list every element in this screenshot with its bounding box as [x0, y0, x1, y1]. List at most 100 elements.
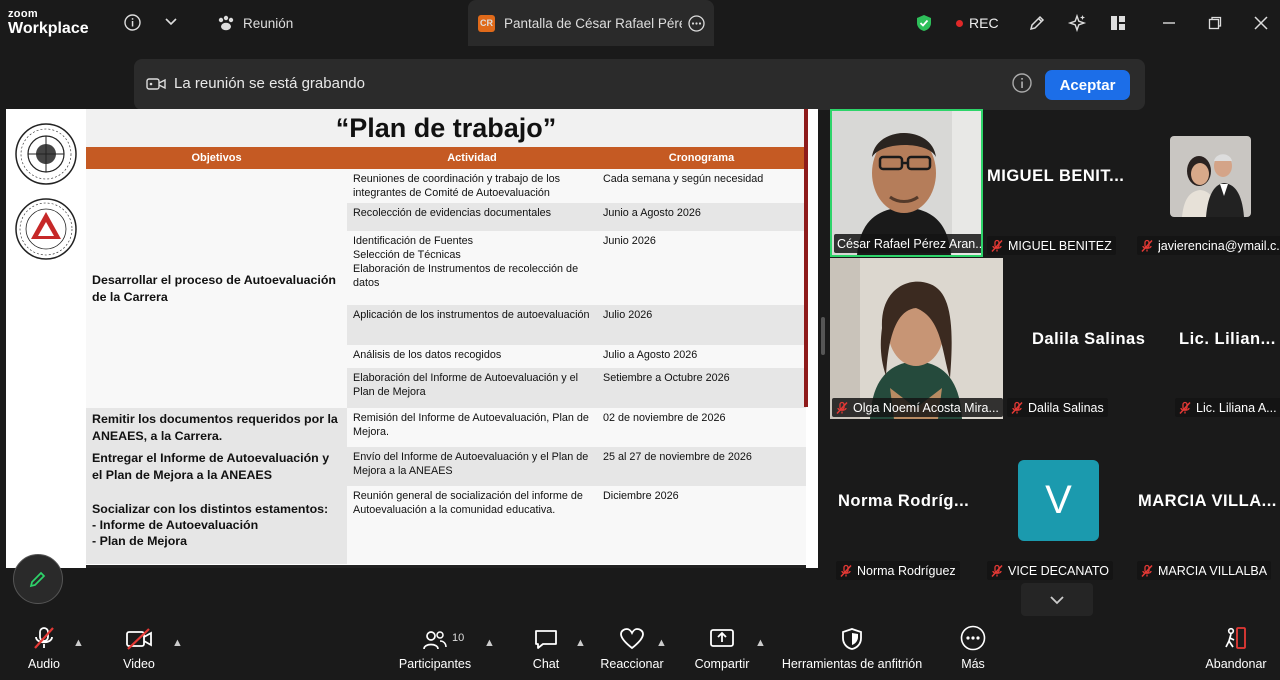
- panel-resize-handle[interactable]: [821, 317, 825, 355]
- participants-button[interactable]: Participantes: [396, 619, 474, 680]
- work-plan-table: Objetivos Actividad Cronograma Desarroll…: [86, 147, 806, 565]
- activity-cell: Envío del Informe de Autoevaluación y el…: [347, 447, 597, 487]
- activity-cell: Aplicación de los instrumentos de autoev…: [347, 305, 597, 346]
- react-button[interactable]: Reaccionar: [599, 619, 665, 680]
- video-tile-dalila[interactable]: Dalila Salinas Dalila Salinas: [1003, 258, 1153, 419]
- share-options-caret[interactable]: ▲: [755, 637, 766, 649]
- participants-label: Participantes: [398, 657, 472, 671]
- video-tile-liliana[interactable]: Lic. Lilian... Lic. Liliana A...: [1153, 258, 1280, 419]
- host-tools-button[interactable]: Herramientas de anfitrión: [780, 619, 924, 680]
- ai-companion-icon[interactable]: [1063, 10, 1091, 36]
- chat-label: Chat: [532, 657, 560, 671]
- objective-cell: Entregar el Informe de Autoevaluación y …: [86, 447, 347, 487]
- participant-name: VICE DECANATO: [1008, 563, 1109, 578]
- mic-muted-icon: [991, 564, 1003, 577]
- slide-border-accent: [804, 109, 808, 407]
- name-tag: MARCIA VILLALBA: [1137, 561, 1272, 580]
- tab-meeting-label: Reunión: [243, 15, 294, 31]
- activity-cell: Identificación de Fuentes Selección de T…: [347, 231, 597, 306]
- video-tile-cesar[interactable]: César Rafael Pérez Aran...: [830, 109, 983, 257]
- participants-icon: [423, 631, 447, 650]
- chevron-down-icon[interactable]: [160, 11, 182, 33]
- video-options-caret[interactable]: ▲: [172, 637, 183, 649]
- objective-cell: Socializar con los distintos estamentos:…: [86, 486, 347, 565]
- share-button[interactable]: Compartir: [693, 619, 751, 680]
- participant-display-name: MARCIA VILLA...: [1138, 492, 1277, 510]
- schedule-cell: 25 al 27 de noviembre de 2026: [597, 447, 806, 487]
- mic-muted-icon: [991, 239, 1003, 252]
- accept-button[interactable]: Aceptar: [1045, 70, 1130, 100]
- participant-video-image: [830, 258, 1003, 419]
- video-tile-norma[interactable]: Norma Rodríg... Norma Rodríguez: [830, 420, 983, 582]
- video-tile-olga[interactable]: Olga Noemí Acosta Mira...: [830, 258, 1003, 419]
- annotate-pen-icon[interactable]: [1023, 10, 1051, 36]
- share-badge: CR: [478, 14, 495, 32]
- react-options-caret[interactable]: ▲: [656, 637, 667, 649]
- leave-button[interactable]: Abandonar: [1200, 619, 1272, 680]
- recording-indicator[interactable]: REC: [956, 0, 999, 46]
- audio-label: Audio: [28, 657, 60, 671]
- participant-display-name: Norma Rodríg...: [838, 492, 970, 510]
- audio-button[interactable]: Audio: [18, 619, 70, 680]
- pen-icon: [29, 571, 46, 588]
- meeting-toolbar: Audio ▲ Video ▲ Participantes 10 ▲ Chat …: [0, 619, 1280, 680]
- info-icon[interactable]: [121, 11, 143, 33]
- chevron-down-icon: [1050, 595, 1064, 604]
- activity-cell: Remisión del Informe de Autoevaluación, …: [347, 408, 597, 448]
- schedule-cell: Julio a Agosto 2026: [597, 345, 806, 369]
- mic-muted-icon: [34, 627, 54, 649]
- restore-icon[interactable]: [1201, 10, 1229, 36]
- video-tile-miguel[interactable]: MIGUEL BENIT... MIGUEL BENITEZ: [983, 109, 1133, 257]
- shield-security-icon[interactable]: [910, 10, 938, 36]
- minimize-icon[interactable]: [1155, 10, 1183, 36]
- more-button[interactable]: Más: [952, 619, 994, 680]
- tab-screen-share[interactable]: CR Pantalla de César Rafael Pérez Ara: [468, 0, 714, 46]
- name-tag: MIGUEL BENITEZ: [987, 236, 1116, 255]
- objective-cell: Desarrollar el proceso de Autoevaluación…: [86, 169, 347, 409]
- name-tag: Olga Noemí Acosta Mira...: [832, 398, 1003, 417]
- zoom-logo: zoom Workplace: [8, 9, 89, 37]
- tab-meeting[interactable]: Reunión: [205, 0, 305, 46]
- name-tag: VICE DECANATO: [987, 561, 1113, 580]
- participant-display-name: MIGUEL BENIT...: [987, 167, 1125, 185]
- more-options-icon[interactable]: [688, 14, 705, 32]
- recording-camera-icon: [146, 76, 166, 97]
- annotate-pen-button[interactable]: [13, 554, 63, 604]
- avatar: V: [1018, 460, 1099, 541]
- rec-label: REC: [969, 15, 999, 31]
- table-row: Entregar el Informe de Autoevaluación y …: [86, 447, 806, 487]
- objective-cell: Remitir los documentos requeridos por la…: [86, 408, 347, 448]
- recording-banner: La reunión se está grabando Aceptar: [134, 59, 1145, 110]
- profile-photo: [1170, 136, 1251, 217]
- chat-button[interactable]: Chat: [524, 619, 568, 680]
- participant-name: MARCIA VILLALBA: [1158, 563, 1268, 578]
- participant-name: javierencina@ymail.c...: [1158, 238, 1280, 253]
- header-schedule: Cronograma: [597, 147, 806, 169]
- participants-options-caret[interactable]: ▲: [484, 637, 495, 649]
- video-label: Video: [123, 657, 155, 671]
- heart-icon: [620, 628, 644, 650]
- shared-screen: “Plan de trabajo” Objetivos Actividad Cr…: [6, 109, 818, 568]
- react-label: Reaccionar: [600, 657, 664, 671]
- view-layout-icon[interactable]: [1104, 10, 1132, 36]
- header-objectives: Objetivos: [86, 147, 347, 169]
- video-tile-javier[interactable]: javierencina@ymail.c...: [1133, 109, 1280, 257]
- video-button[interactable]: Video: [112, 619, 166, 680]
- university-seal-logo: [15, 123, 77, 185]
- participant-name: MIGUEL BENITEZ: [1008, 238, 1112, 253]
- close-icon[interactable]: [1247, 10, 1275, 36]
- schedule-cell: 02 de noviembre de 2026: [597, 408, 806, 448]
- audio-options-caret[interactable]: ▲: [73, 637, 84, 649]
- info-icon[interactable]: [1012, 73, 1032, 98]
- mic-muted-icon: [1011, 401, 1023, 414]
- header-activity: Actividad: [347, 147, 597, 169]
- slide-bottom-line: [86, 565, 806, 568]
- name-tag: César Rafael Pérez Aran...: [834, 234, 981, 253]
- participant-name: Dalila Salinas: [1028, 400, 1104, 415]
- chat-options-caret[interactable]: ▲: [575, 637, 586, 649]
- video-tile-marcia[interactable]: MARCIA VILLA... MARCIA VILLALBA: [1133, 420, 1280, 582]
- share-screen-icon: [710, 629, 734, 647]
- schedule-cell: Julio 2026: [597, 305, 806, 346]
- mic-muted-icon: [1141, 239, 1153, 252]
- gallery-next-page-button[interactable]: [1021, 583, 1093, 616]
